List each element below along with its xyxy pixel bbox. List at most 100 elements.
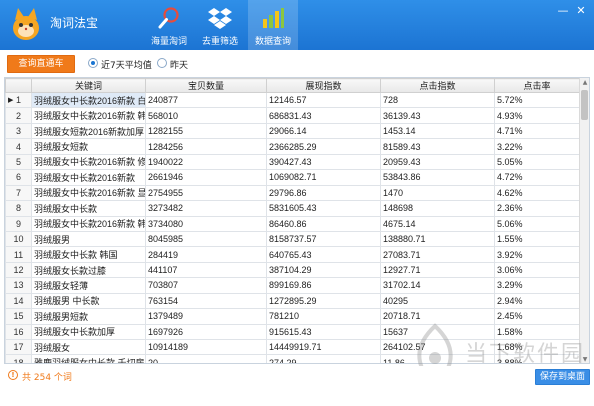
- item-count-cell[interactable]: 1284256: [145, 138, 267, 155]
- table-row[interactable]: 4 羽绒服女短款 1284256 2366285.29 81589.43 3.22%: [5, 138, 580, 155]
- row-index-cell[interactable]: 8: [5, 200, 32, 217]
- click-index-cell[interactable]: 20718.71: [380, 308, 495, 325]
- ctr-cell[interactable]: 4.93%: [494, 107, 580, 124]
- click-index-cell[interactable]: 264102.57: [380, 338, 495, 356]
- save-to-desktop-button[interactable]: 保存到桌面: [535, 369, 590, 385]
- item-count-cell[interactable]: 3273482: [145, 200, 267, 217]
- radio-label-yesterday[interactable]: 昨天: [170, 58, 188, 71]
- impression-index-cell[interactable]: 8158737.57: [266, 230, 381, 248]
- ctr-cell[interactable]: 2.45%: [494, 308, 580, 325]
- click-index-cell[interactable]: 148698: [380, 200, 495, 217]
- keyword-cell[interactable]: 羽绒服男: [31, 230, 146, 248]
- tab-keyword-mining[interactable]: 海量淘词: [144, 0, 194, 50]
- row-index-cell[interactable]: 3: [5, 122, 32, 140]
- item-count-cell[interactable]: 568010: [145, 107, 267, 124]
- table-row[interactable]: 11 羽绒服女中长款 韩国 284419 640765.43 27083.71 3.92%: [5, 246, 580, 263]
- ctr-cell[interactable]: 4.62%: [494, 184, 580, 202]
- impression-index-cell[interactable]: 274.29: [266, 354, 381, 363]
- click-index-cell[interactable]: 36139.43: [380, 107, 495, 124]
- impression-index-cell[interactable]: 1069082.71: [266, 169, 381, 186]
- click-index-cell[interactable]: 20959.43: [380, 153, 495, 171]
- column-header-item-count[interactable]: 宝贝数量: [145, 78, 267, 93]
- impression-index-cell[interactable]: 29066.14: [266, 122, 381, 140]
- keyword-cell[interactable]: 羽绒服女中长款2016新款 修身: [31, 153, 146, 171]
- table-row[interactable]: 7 羽绒服女中长款2016新款 显瘦 2754955 29796.86 1470 4.62…: [5, 184, 580, 202]
- click-index-cell[interactable]: 81589.43: [380, 138, 495, 155]
- keyword-cell[interactable]: 羽绒服女中长款2016新款 显瘦: [31, 184, 146, 202]
- ctr-cell[interactable]: 3.22%: [494, 138, 580, 155]
- keyword-cell[interactable]: 羽绒服男 中长款: [31, 292, 146, 310]
- impression-index-cell[interactable]: 387104.29: [266, 261, 381, 279]
- minimize-button[interactable]: —: [556, 4, 570, 18]
- keyword-cell[interactable]: 羽绒服女中长款加厚: [31, 323, 146, 341]
- column-header-click-index[interactable]: 点击指数: [380, 78, 495, 93]
- keyword-cell[interactable]: 羽绒服女中长款2016新款 白...: [31, 91, 146, 109]
- query-through-train-button[interactable]: 查询直通车: [7, 55, 75, 73]
- table-row[interactable]: 3 羽绒服女短款2016新款加厚 ... 1282155 29066.14 1453.1…: [5, 122, 580, 140]
- click-index-cell[interactable]: 1470: [380, 184, 495, 202]
- row-index-cell[interactable]: 16: [5, 323, 32, 341]
- vertical-scrollbar[interactable]: ▲ ▼: [579, 78, 589, 363]
- table-row[interactable]: 12 羽绒服女长款过膝 441107 387104.29 12927.71 3.06%: [5, 261, 580, 279]
- table-row[interactable]: 9 羽绒服女中长款2016新款 韩... 3734080 86460.86 4675.1…: [5, 215, 580, 232]
- item-count-cell[interactable]: 8045985: [145, 230, 267, 248]
- ctr-cell[interactable]: 1.68%: [494, 338, 580, 356]
- item-count-cell[interactable]: 1697926: [145, 323, 267, 341]
- ctr-cell[interactable]: 5.06%: [494, 215, 580, 232]
- keyword-cell[interactable]: 羽绒服女中长款2016新款 韩版: [31, 107, 146, 124]
- impression-index-cell[interactable]: 899169.86: [266, 277, 381, 294]
- keyword-cell[interactable]: 羽绒服女长款过膝: [31, 261, 146, 279]
- impression-index-cell[interactable]: 14449919.71: [266, 338, 381, 356]
- impression-index-cell[interactable]: 915615.43: [266, 323, 381, 341]
- row-index-cell[interactable]: 11: [5, 246, 32, 263]
- item-count-cell[interactable]: 2754955: [145, 184, 267, 202]
- ctr-cell[interactable]: 4.72%: [494, 169, 580, 186]
- impression-index-cell[interactable]: 390427.43: [266, 153, 381, 171]
- close-button[interactable]: ✕: [574, 4, 588, 18]
- row-index-cell[interactable]: 17: [5, 338, 32, 356]
- impression-index-cell[interactable]: 640765.43: [266, 246, 381, 263]
- column-header-ctr[interactable]: 点击率: [494, 78, 580, 93]
- ctr-cell[interactable]: 3.06%: [494, 261, 580, 279]
- tab-data-query[interactable]: 数据查询: [248, 0, 298, 50]
- keyword-cell[interactable]: 羽绒服女中长款 韩国: [31, 246, 146, 263]
- table-row[interactable]: ▶ 1 羽绒服女中长款2016新款 白... 240877 12146.57 728 5.7…: [5, 91, 580, 109]
- item-count-cell[interactable]: 284419: [145, 246, 267, 263]
- keyword-cell[interactable]: 羽绒服女短款2016新款加厚 ...: [31, 122, 146, 140]
- table-row[interactable]: 10 羽绒服男 8045985 8158737.57 138880.71 1.55%: [5, 230, 580, 248]
- item-count-cell[interactable]: 763154: [145, 292, 267, 310]
- ctr-cell[interactable]: 1.58%: [494, 323, 580, 341]
- keyword-cell[interactable]: 羽绒服男短款: [31, 308, 146, 325]
- table-row[interactable]: 13 羽绒服女轻薄 703807 899169.86 31702.14 3.29%: [5, 277, 580, 294]
- keyword-cell[interactable]: 羽绒服女轻薄: [31, 277, 146, 294]
- item-count-cell[interactable]: 10914189: [145, 338, 267, 356]
- scrollbar-thumb[interactable]: [581, 90, 588, 120]
- keyword-cell[interactable]: 羽绒服女中长款2016新款 韩...: [31, 215, 146, 232]
- click-index-cell[interactable]: 1453.14: [380, 122, 495, 140]
- column-header-impression-index[interactable]: 展现指数: [266, 78, 381, 93]
- table-row[interactable]: 16 羽绒服女中长款加厚 1697926 915615.43 15637 1.58%: [5, 323, 580, 341]
- click-index-cell[interactable]: 40295: [380, 292, 495, 310]
- click-index-cell[interactable]: 138880.71: [380, 230, 495, 248]
- row-index-cell[interactable]: ▶ 1: [5, 91, 32, 109]
- impression-index-cell[interactable]: 686831.43: [266, 107, 381, 124]
- row-index-cell[interactable]: 18: [5, 354, 32, 363]
- impression-index-cell[interactable]: 29796.86: [266, 184, 381, 202]
- click-index-cell[interactable]: 11.86: [380, 354, 495, 363]
- table-row[interactable]: 2 羽绒服女中长款2016新款 韩版 568010 686831.43 36139.43…: [5, 107, 580, 124]
- impression-index-cell[interactable]: 2366285.29: [266, 138, 381, 155]
- item-count-cell[interactable]: 1379489: [145, 308, 267, 325]
- ctr-cell[interactable]: 5.72%: [494, 91, 580, 109]
- impression-index-cell[interactable]: 781210: [266, 308, 381, 325]
- scroll-up-arrow-icon[interactable]: ▲: [581, 79, 589, 87]
- impression-index-cell[interactable]: 1272895.29: [266, 292, 381, 310]
- row-index-cell[interactable]: 7: [5, 184, 32, 202]
- tab-dedup-filter[interactable]: 去重筛选: [195, 0, 245, 50]
- click-index-cell[interactable]: 15637: [380, 323, 495, 341]
- item-count-cell[interactable]: 2661946: [145, 169, 267, 186]
- item-count-cell[interactable]: 20: [145, 354, 267, 363]
- table-row[interactable]: 6 羽绒服女中长款2016新款 2661946 1069082.71 53843.86 4…: [5, 169, 580, 186]
- click-index-cell[interactable]: 53843.86: [380, 169, 495, 186]
- radio-7day-average[interactable]: [88, 58, 98, 68]
- keyword-cell[interactable]: 羽绒服女短款: [31, 138, 146, 155]
